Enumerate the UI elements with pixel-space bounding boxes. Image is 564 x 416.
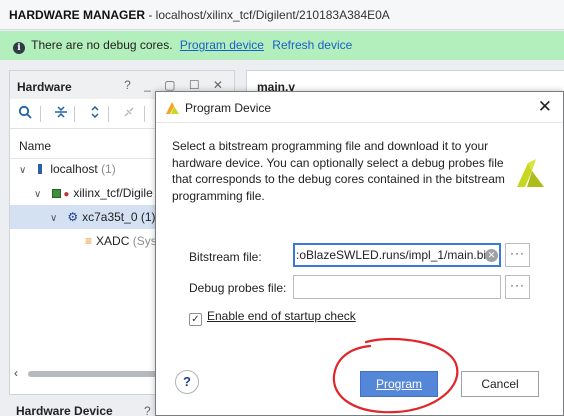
scroll-left-icon[interactable]: ‹ — [14, 366, 18, 380]
info-icon: i — [13, 42, 25, 54]
window-title: HARDWARE MANAGER - localhost/xilinx_tcf/… — [0, 0, 564, 30]
help-icon[interactable]: ? — [144, 404, 151, 416]
bitstream-browse-button[interactable]: ··· — [505, 243, 530, 267]
chevron-down-icon[interactable]: ∨ — [19, 165, 31, 176]
tree-item-label: xilinx_tcf/Digile — [73, 186, 153, 200]
program-device-link[interactable]: Program device — [180, 38, 264, 52]
startup-check-checkbox[interactable]: ✓ — [189, 313, 202, 326]
cancel-button[interactable]: Cancel — [461, 371, 539, 397]
startup-check-row[interactable]: ✓ Enable end of startup check — [189, 309, 356, 326]
bitstream-file-value: :oBlazeSWLED.runs/impl_1/main.bit — [296, 248, 490, 262]
bitstream-file-input[interactable]: :oBlazeSWLED.runs/impl_1/main.bit ✕ — [293, 243, 501, 267]
panel-window-controls[interactable]: ? _ ▢ ☐ ✕ — [124, 78, 228, 92]
board-icon — [52, 189, 62, 198]
vivado-emblem-icon — [514, 157, 548, 192]
expand-all-icon[interactable] — [86, 105, 104, 123]
collapse-all-icon[interactable] — [52, 105, 70, 123]
disconnect-icon[interactable] — [120, 105, 138, 123]
tree-item-count: (1) — [140, 210, 156, 224]
chip-icon: ⚙ — [67, 210, 79, 224]
toolbar-separator — [40, 106, 41, 122]
window-title-path: - localhost/xilinx_tcf/Digilent/210183A3… — [145, 8, 390, 22]
dialog-description: Select a bitstream programming file and … — [172, 139, 505, 203]
tree-item-label: XADC — [96, 234, 130, 248]
debug-notice-bar: i There are no debug cores. Program devi… — [0, 31, 564, 60]
debug-probes-file-label: Debug probes file: — [189, 281, 287, 295]
bitstream-file-label: Bitstream file: — [189, 250, 262, 264]
window-title-bold: HARDWARE MANAGER — [9, 8, 145, 22]
clear-icon[interactable]: ✕ — [485, 249, 498, 262]
search-icon[interactable] — [16, 105, 34, 123]
chevron-down-icon[interactable]: ∨ — [34, 189, 46, 200]
xadc-icon: ≡ — [85, 234, 93, 248]
annotation-circle — [332, 337, 459, 414]
startup-check-label: Enable end of startup check — [207, 309, 356, 323]
tree-item-count: (1) — [101, 162, 116, 176]
tree-item-count: (Sys — [132, 234, 157, 248]
help-button[interactable]: ? — [175, 370, 199, 394]
dialog-title-bar: Program Device ✕ — [156, 92, 563, 123]
toolbar-separator — [144, 106, 145, 122]
hardware-panel-title: Hardware — [17, 80, 72, 94]
close-icon[interactable]: ✕ — [538, 97, 552, 117]
debug-probes-file-input[interactable] — [293, 275, 501, 299]
tree-item-label: localhost — [50, 162, 98, 176]
chevron-down-icon[interactable]: ∨ — [50, 213, 62, 224]
debug-probes-browse-button[interactable]: ··· — [505, 275, 530, 299]
toolbar-separator — [108, 106, 109, 122]
hardware-device-panel-title: Hardware Device — [16, 404, 113, 416]
vivado-logo-icon — [165, 100, 180, 118]
notice-text: There are no debug cores. — [31, 38, 173, 52]
refresh-device-link[interactable]: Refresh device — [272, 38, 352, 52]
toolbar-separator — [74, 106, 75, 122]
tree-item-label: xc7a35t_0 — [82, 210, 138, 224]
link-status-icon: ● — [63, 189, 70, 200]
dialog-title: Program Device — [185, 101, 272, 115]
server-icon — [38, 164, 43, 174]
